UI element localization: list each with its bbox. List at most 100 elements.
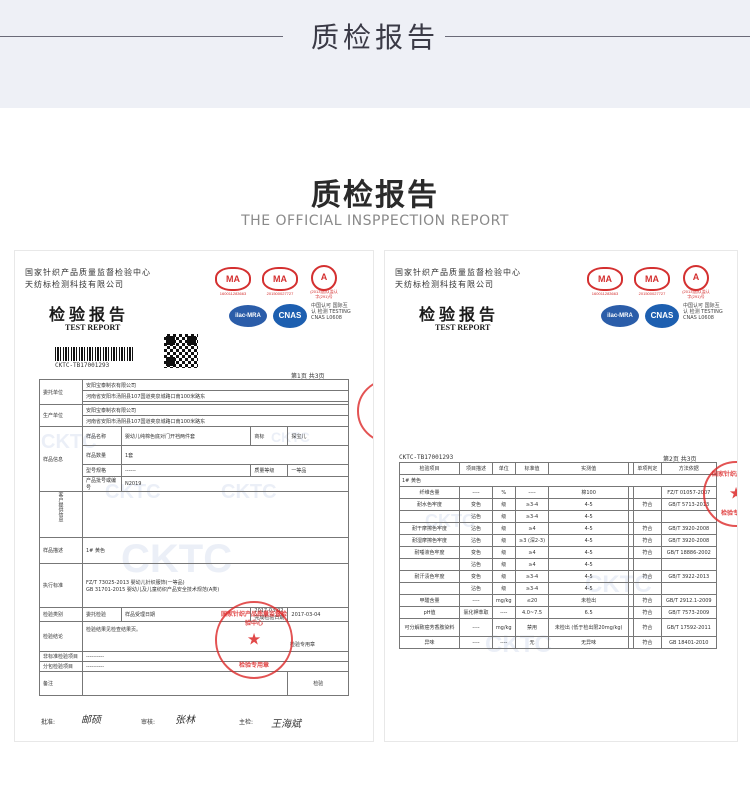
table-cell <box>398 582 461 595</box>
report-page-1: 国家针织产品质量监督检验中心 天纺标检测科技有限公司 检验报告 TEST REP… <box>14 250 374 742</box>
column-header: 检验项目 <box>398 462 461 475</box>
section-title: 质检报告 <box>311 178 439 213</box>
customer-info-label: 客户提供信息 <box>39 491 83 538</box>
remark-label: 备注 <box>39 671 83 696</box>
table-cell: GB/T 17592-2011 <box>660 618 718 637</box>
table-cell: 4-5 <box>548 522 629 535</box>
column-header: 项目描述 <box>459 462 493 475</box>
sample-desc-label: 样品描述 <box>39 537 83 564</box>
table-cell: GB/T 3920-2008 <box>660 534 718 547</box>
table-cell: 棉100 <box>548 486 629 499</box>
star-icon: ★ <box>705 484 737 503</box>
conclusion-label: 检验结论 <box>39 621 83 652</box>
table-cell: ≥3-4 <box>514 570 550 583</box>
subcontract-value: ---------- <box>82 661 349 672</box>
star-icon: ★ <box>246 629 262 649</box>
table-cell: 禁用 <box>514 618 550 637</box>
table-cell <box>633 582 662 595</box>
stamp-label: 检验专用章 <box>720 510 737 517</box>
table-cell: 耐汗渍色牢度 <box>398 570 461 583</box>
table-cell: GB/T 2912.1-2009 <box>660 594 718 607</box>
inspection-stamp: 国家针织产品质量监督检验中心 ★ 检验专用章 <box>215 601 293 679</box>
client-label: 委托单位 <box>39 379 83 405</box>
institute-company: 天纺标检测科技有限公司 <box>395 280 494 289</box>
table-cell: 未检出 (低于检出限20mg/kg) <box>548 618 629 637</box>
table-cell: % <box>491 486 516 499</box>
grade-value: 一等品 <box>287 464 349 477</box>
table-cell: 符合 <box>633 534 662 547</box>
sample-row: 1# 黄色 <box>399 474 717 487</box>
table-cell: 6.5 <box>548 606 629 619</box>
table-cell: ---- <box>514 486 550 499</box>
table-cell: 4-5 <box>548 570 629 583</box>
table-cell: ---- <box>459 594 493 607</box>
table-cell <box>633 486 662 499</box>
table-cell: ---- <box>459 636 493 649</box>
inspection-label: 检验 <box>313 681 324 687</box>
column-header: 单项判定 <box>633 462 662 475</box>
maker-address: 河南省安阳市汤阴县107国道奕泉城路口南100米路东 <box>82 415 349 427</box>
table-row: 耐水色牢度 变色级 ≥3-4 4-5 符合 GB/T 5713-2013 <box>398 498 718 511</box>
table-cell: ≥4 <box>514 546 550 559</box>
table-cell: 变色 <box>459 498 493 511</box>
maker-name: 安阳宝泰制衣有限公司 <box>82 404 349 416</box>
cnas-text: 中国认可 国际互认 检测 TESTING CNAS L0608 <box>311 303 351 321</box>
report-page-2: 国家针织产品质量监督检验中心 天纺标检测科技有限公司 检验报告 TEST REP… <box>384 250 738 742</box>
table-cell: mg/kg <box>491 618 516 637</box>
brand-label: 商标 <box>250 426 289 446</box>
cma-logo: MA 201500027727 <box>634 267 670 296</box>
table-cell: 无 <box>514 636 550 649</box>
seal-partial: ★ <box>357 379 373 443</box>
table-cell: mg/kg <box>491 594 516 607</box>
client-address: 河南省安阳市汤阴县107国道奕泉城路口南100米路东 <box>82 390 349 402</box>
table-cell: ≥4 <box>514 522 550 535</box>
ilac-logo: ilac-MRA <box>229 305 267 327</box>
table-cell: 可分解致癌芳香胺染料 <box>398 618 461 637</box>
column-header: 标准值 <box>514 462 550 475</box>
table-cell: ---- <box>491 636 516 649</box>
audit-signature: 张林 <box>175 715 195 726</box>
table-cell: 级 <box>491 534 516 547</box>
table-cell: 耐湿摩擦色牢度 <box>398 534 461 547</box>
table-cell: GB/T 3920-2008 <box>660 522 718 535</box>
table-cell: 耐水色牢度 <box>398 498 461 511</box>
sample-qty: 1套 <box>121 445 349 465</box>
table-row: 沾色级 ≥3-4 4-5 <box>398 582 718 595</box>
table-cell: 无异味 <box>548 636 629 649</box>
table-cell: ---- <box>459 618 493 637</box>
stamp-text: 国家针织产品质量 <box>711 471 737 478</box>
stamp-text: 国家针织产品质量监督检验中心 <box>221 611 288 627</box>
barcode <box>55 347 135 361</box>
batch-label: 产品批号或编号 <box>82 476 122 492</box>
table-cell: pH值 <box>398 606 461 619</box>
table-cell: 符合 <box>633 546 662 559</box>
sample-name: 婴幼儿纯棉色底对门开裆两件套 <box>120 426 252 446</box>
table-cell: 沾色 <box>459 558 493 571</box>
table-cell: 沾色 <box>459 534 493 547</box>
table-row: 耐唾液色牢度 变色级 ≥4 4-5 符合 GB/T 18886-2002 <box>398 546 718 559</box>
report-info-table: 委托单位 安阳宝泰制衣有限公司 河南省安阳市汤阴县107国道奕泉城路口南100米路… <box>39 379 349 696</box>
table-cell: 沾色 <box>459 582 493 595</box>
table-cell: 异味 <box>398 636 461 649</box>
report-title-en: TEST REPORT <box>65 323 121 332</box>
inspection-type: 委托检验 <box>82 607 122 622</box>
standard-1: FZ/T 73025-2013 婴幼儿针织服饰(一等品) <box>86 579 185 586</box>
report-code: CKTC-TB17001293 <box>399 454 454 461</box>
table-cell: ≥4 <box>514 558 550 571</box>
star-icon: ★ <box>359 401 373 420</box>
non-standard-value: ---------- <box>82 651 349 662</box>
subcontract-label: 分包检验项目 <box>39 661 83 672</box>
model-value: ------ <box>120 464 252 477</box>
table-cell <box>660 582 718 595</box>
divider-right <box>445 36 750 37</box>
maker-label: 生产单位 <box>39 404 83 427</box>
client-name: 安阳宝泰制衣有限公司 <box>82 379 349 391</box>
column-header: 实测值 <box>548 462 629 475</box>
inspection-type-label: 检验类别 <box>39 607 83 622</box>
table-cell: 级 <box>491 558 516 571</box>
cal-logo: A (2013)国认监认字(291)号 <box>310 265 338 299</box>
header-band: 质检报告 <box>0 0 750 108</box>
cma-logo: MA 201500027727 <box>262 267 298 296</box>
table-cell: GB/T 3922-2013 <box>660 570 718 583</box>
batch-value: N2019 <box>121 476 349 492</box>
